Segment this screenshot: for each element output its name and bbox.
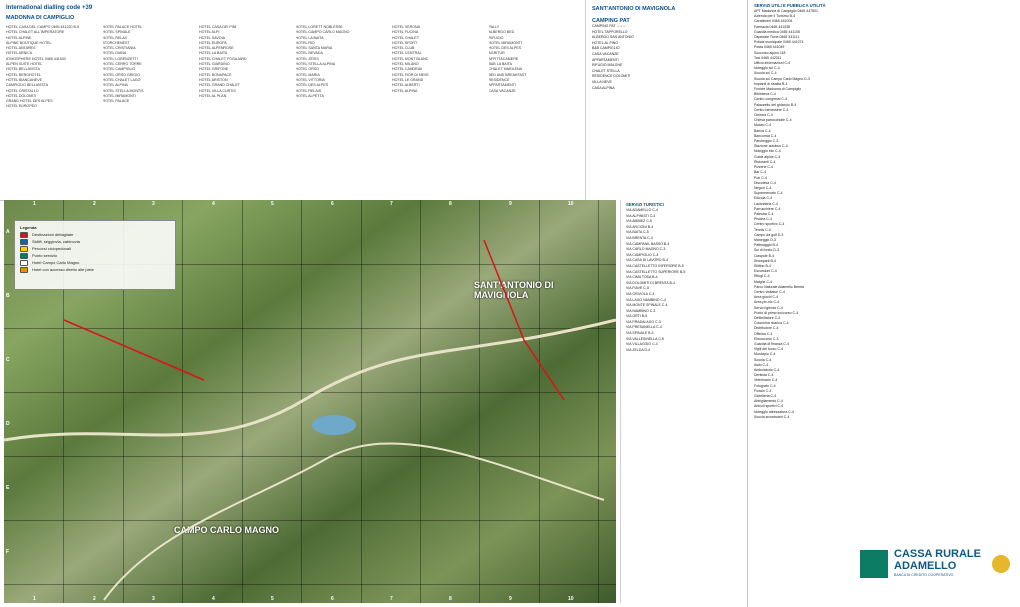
hotel-listing-panel: International dialling code +39 MADONNA … (0, 0, 585, 201)
camping-entry: CASA ALPINA (592, 85, 615, 90)
services-items: APT Madonna di Campiglio 0465 447501 Azie… (748, 9, 1020, 420)
camping-items: CAMPING PAT ☆☆☆ HOTEL TAPPORELLO ALBERGO S… (586, 24, 744, 91)
dialling-code-title: International dialling code +39 (6, 5, 93, 11)
bank-logo-icon (860, 550, 888, 578)
hotel-entry: HOTEL PALACE (102, 99, 130, 104)
bank-name: CASSA RURALE ADAMELLO (894, 548, 981, 572)
certification-seal-icon (992, 555, 1010, 573)
camping-header: CAMPING PAT (592, 18, 630, 24)
town-title-left: MADONNA DI CAMPIGLIO (6, 15, 75, 21)
bank-name-line2: ADAMELLO (894, 560, 957, 572)
bank-logo-block: CASSA RURALE ADAMELLO BANCA DI CREDITO C… (860, 545, 1015, 595)
hotel-entry: CASA VACANZE (488, 88, 516, 93)
camping-list-panel: SANT'ANTONIO DI MAVIGNOLA CAMPING PAT CA… (585, 0, 744, 200)
town-title-right: SANT'ANTONIO DI MAVIGNOLA (592, 6, 676, 12)
service-entry: Scuola snowboard C-4 (754, 414, 790, 419)
hotel-column: HOTEL VERONA HOTEL FUCINA HOTEL CHALET HOTE… (392, 25, 483, 196)
street-index-header: SERVIZI TURISTICI (626, 202, 664, 207)
hotel-column: HOTEL LORETT NOBLESSE HOTEL CAMPO CARLO M… (296, 25, 387, 196)
hotel-entry: HOTEL EUROPEO (6, 104, 37, 109)
hotel-entry: HOTEL ALPETTA (295, 93, 324, 98)
hotel-column: HOTEL CASA DEL CAMPO 0465 441220 B-5 HOTE… (6, 25, 97, 196)
street-index-items: VIA ADAMELLO C-4 VIA ALPINISTI C-4 VIA AMB… (621, 208, 746, 353)
bank-name-line1: CASSA RURALE (894, 548, 981, 560)
lake-shape (312, 415, 356, 435)
bank-subtitle: BANCA DI CREDITO COOPERATIVO (894, 573, 954, 577)
street-entry: VIA ZELDA D-4 (626, 347, 651, 352)
services-header: SERVIZI UTILI E PUBBLICA UTILITÀ (754, 3, 826, 8)
street-index-panel: SERVIZI TURISTICI VIA ADAMELLO C-4 VIA AL… (620, 200, 746, 603)
town-map[interactable]: 1 1 2 2 3 3 4 4 5 5 6 6 7 7 8 8 9 9 10 10 A B C D E F Legenda Des… (4, 200, 616, 603)
services-panel: SERVIZI UTILI E PUBBLICA UTILITÀ APT Mad… (747, 0, 1020, 607)
hotel-column: HOTEL PALACE HOTEL HOTEL SPINALE HOTEL REL… (103, 25, 194, 196)
hotel-entry: HOTEL ALPINA (392, 88, 418, 93)
map-roads (4, 239, 616, 601)
hotel-columns: HOTEL CASA DEL CAMPO 0465 441220 B-5 HOTE… (6, 25, 579, 196)
hotel-column: PALLY ALBERGO BED RIFUGIO HOTEL MIRAMONTI HO… (489, 25, 580, 196)
hotel-column: HOTEL CASA DEI PINI HOTEL ALPI HOTEL SAVOI… (199, 25, 290, 196)
hotel-entry: HOTEL AL PLAN (199, 93, 227, 98)
